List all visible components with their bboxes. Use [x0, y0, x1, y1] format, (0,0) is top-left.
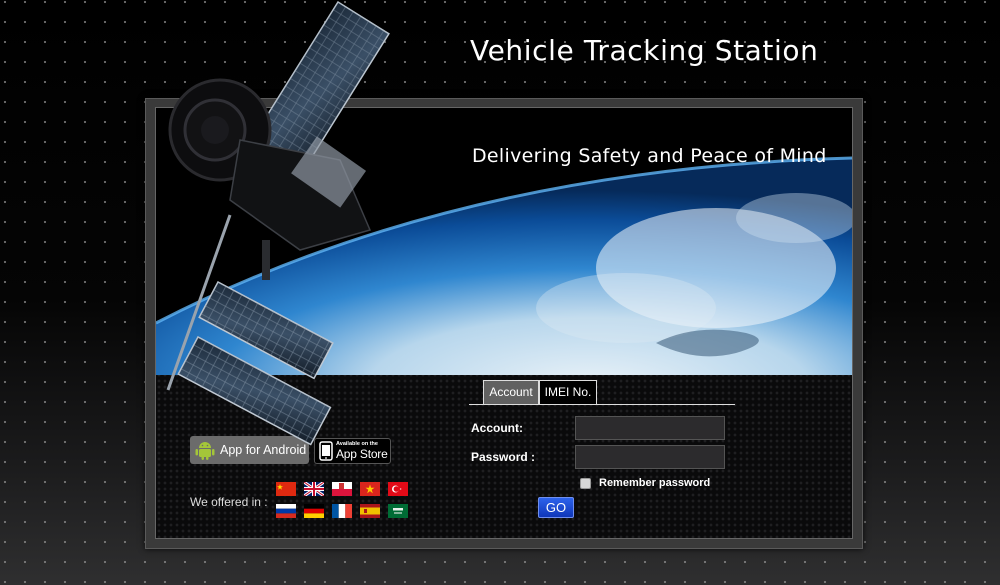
remember-password: Remember password	[580, 477, 710, 489]
flag-france-icon[interactable]	[332, 504, 352, 518]
tagline: Delivering Safety and Peace of Mind	[472, 145, 827, 167]
flag-germany-icon[interactable]	[304, 504, 324, 518]
remember-label: Remember password	[599, 477, 711, 489]
flag-saudi-arabia-icon[interactable]	[388, 504, 408, 518]
tab-imei[interactable]: IMEI No.	[539, 380, 597, 404]
android-label: App for Android	[220, 443, 307, 457]
main-frame: Delivering Safety and Peace of Mind Acco…	[145, 98, 863, 549]
appstore-button[interactable]: Available on the App Store	[314, 438, 391, 464]
flag-china-icon[interactable]	[276, 482, 296, 496]
android-icon	[195, 442, 215, 460]
flag-turkey-icon[interactable]	[388, 482, 408, 496]
password-input[interactable]	[575, 445, 725, 469]
flag-russia-icon[interactable]	[276, 504, 296, 518]
flag-poland-icon[interactable]	[332, 482, 352, 496]
site-title: Vehicle Tracking Station	[470, 34, 819, 67]
go-button[interactable]: GO	[538, 497, 574, 518]
login-tabs: Account IMEI No.	[469, 380, 735, 405]
flag-vietnam-icon[interactable]	[360, 482, 380, 496]
tab-account[interactable]: Account	[483, 380, 539, 404]
flag-spain-icon[interactable]	[360, 504, 380, 518]
remember-checkbox[interactable]	[580, 477, 591, 489]
password-label: Password :	[471, 450, 536, 464]
hero-banner: Delivering Safety and Peace of Mind	[156, 108, 852, 375]
flag-uk-icon[interactable]	[304, 482, 324, 496]
content-panel: Delivering Safety and Peace of Mind Acco…	[155, 107, 853, 539]
android-app-button[interactable]: App for Android	[190, 436, 309, 464]
iphone-icon	[319, 441, 333, 461]
account-label: Account:	[471, 421, 523, 435]
appstore-big-text: App Store	[336, 446, 388, 461]
account-input[interactable]	[575, 416, 725, 440]
languages-label: We offered in :	[190, 495, 268, 509]
